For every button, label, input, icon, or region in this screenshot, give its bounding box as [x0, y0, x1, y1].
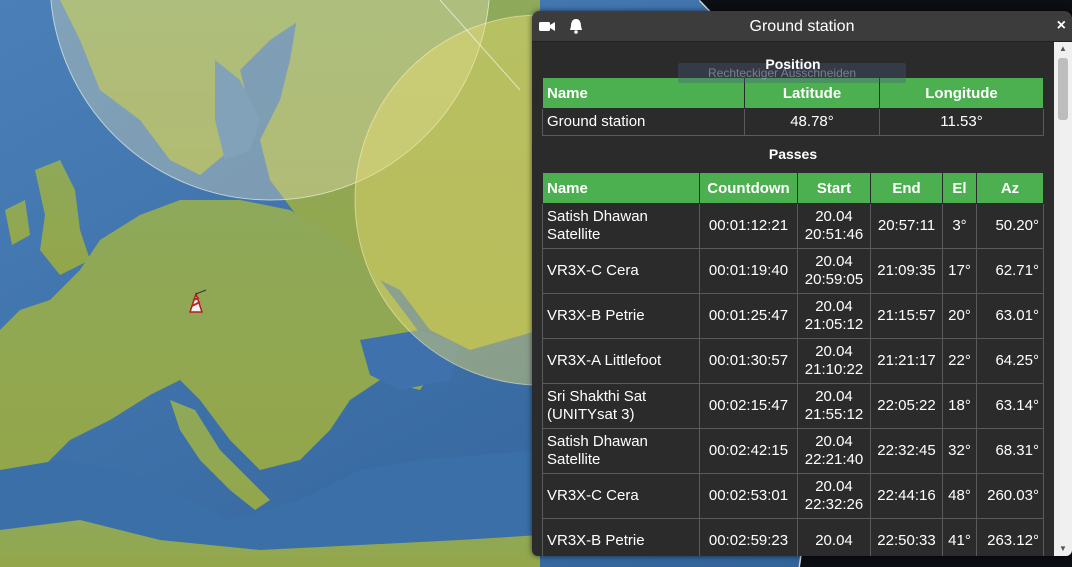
- pass-countdown: 00:01:12:21: [699, 203, 798, 249]
- column-header-start[interactable]: Start: [797, 172, 871, 204]
- pass-name: Sri Shakthi Sat (UNITYsat 3): [542, 383, 700, 429]
- pass-end: 21:09:35: [870, 248, 943, 294]
- position-row: Ground station 48.78° 11.53°: [542, 108, 1044, 136]
- pass-row[interactable]: VR3X-B Petrie 00:01:25:47 20.04 21:05:12 21…: [542, 293, 1044, 339]
- pass-end: 20:57:11: [870, 203, 943, 249]
- pass-elevation: 32°: [942, 428, 977, 474]
- pass-row[interactable]: Sri Shakthi Sat (UNITYsat 3) 00:02:15:47 2…: [542, 383, 1044, 429]
- pass-start: 20.04 20:51:46: [797, 203, 871, 249]
- pass-end: 22:50:33: [870, 518, 943, 556]
- column-header-az[interactable]: Az: [976, 172, 1044, 204]
- pass-row[interactable]: Satish Dhawan Satellite 00:01:12:21 20.04 …: [542, 203, 1044, 249]
- pass-name: VR3X-B Petrie: [542, 518, 700, 556]
- pass-elevation: 3°: [942, 203, 977, 249]
- scroll-up-arrow-icon[interactable]: ▲: [1054, 42, 1072, 56]
- pass-name: VR3X-C Cera: [542, 248, 700, 294]
- pass-elevation: 22°: [942, 338, 977, 384]
- close-button[interactable]: ×: [1057, 17, 1066, 35]
- column-header-countdown[interactable]: Countdown: [699, 172, 798, 204]
- pass-elevation: 41°: [942, 518, 977, 556]
- pass-start: 20.04 21:55:12: [797, 383, 871, 429]
- pass-name: VR3X-C Cera: [542, 473, 700, 519]
- pass-row[interactable]: VR3X-C Cera 00:02:53:01 20.04 22:32:26 22:4…: [542, 473, 1044, 519]
- pass-azimuth: 68.31°: [976, 428, 1044, 474]
- position-table: Name Latitude Longitude Ground station 4…: [542, 77, 1044, 136]
- station-latitude: 48.78°: [744, 108, 880, 136]
- scrollbar-thumb[interactable]: [1058, 58, 1068, 120]
- pass-start: 20.04 21:05:12: [797, 293, 871, 339]
- pass-start: 20.04: [797, 518, 871, 556]
- passes-heading: Passes: [768, 146, 818, 162]
- vertical-scrollbar[interactable]: ▲ ▼: [1054, 42, 1072, 556]
- pass-name: Satish Dhawan Satellite: [542, 203, 700, 249]
- pass-row[interactable]: VR3X-A Littlefoot 00:01:30:57 20.04 21:10:…: [542, 338, 1044, 384]
- pass-elevation: 48°: [942, 473, 977, 519]
- station-longitude: 11.53°: [879, 108, 1044, 136]
- pass-countdown: 00:02:42:15: [699, 428, 798, 474]
- scroll-down-arrow-icon[interactable]: ▼: [1054, 542, 1072, 556]
- window-content[interactable]: Rechteckiger Ausschneiden Position Name …: [532, 42, 1054, 556]
- pass-row[interactable]: VR3X-C Cera 00:01:19:40 20.04 20:59:05 21:0…: [542, 248, 1044, 294]
- pass-countdown: 00:02:59:23: [699, 518, 798, 556]
- window-titlebar[interactable]: Ground station ×: [532, 11, 1072, 42]
- window-title: Ground station: [749, 18, 855, 35]
- pass-countdown: 00:02:53:01: [699, 473, 798, 519]
- pass-azimuth: 63.01°: [976, 293, 1044, 339]
- passes-table: Name Countdown Start End El Az Satish Dh…: [542, 172, 1044, 556]
- pass-azimuth: 64.25°: [976, 338, 1044, 384]
- pass-start: 20.04 20:59:05: [797, 248, 871, 294]
- pass-end: 22:05:22: [870, 383, 943, 429]
- pass-end: 21:21:17: [870, 338, 943, 384]
- column-header-end[interactable]: End: [870, 172, 943, 204]
- pass-end: 21:15:57: [870, 293, 943, 339]
- pass-start: 20.04 21:10:22: [797, 338, 871, 384]
- column-header-el[interactable]: El: [942, 172, 977, 204]
- pass-azimuth: 63.14°: [976, 383, 1044, 429]
- pass-start: 20.04 22:32:26: [797, 473, 871, 519]
- position-heading: Position: [765, 56, 821, 72]
- station-name: Ground station: [542, 108, 745, 136]
- pass-start: 20.04 22:21:40: [797, 428, 871, 474]
- pass-row[interactable]: VR3X-B Petrie 00:02:59:23 20.04 22:50:33 41°…: [542, 518, 1044, 556]
- pass-row[interactable]: Satish Dhawan Satellite 00:02:42:15 20.04 …: [542, 428, 1044, 474]
- passes-header-row: Name Countdown Start End El Az: [542, 172, 1044, 204]
- pass-countdown: 00:02:15:47: [699, 383, 798, 429]
- pass-end: 22:32:45: [870, 428, 943, 474]
- pass-elevation: 17°: [942, 248, 977, 294]
- pass-countdown: 00:01:30:57: [699, 338, 798, 384]
- pass-azimuth: 62.71°: [976, 248, 1044, 294]
- pass-end: 22:44:16: [870, 473, 943, 519]
- pass-elevation: 18°: [942, 383, 977, 429]
- pass-azimuth: 260.03°: [976, 473, 1044, 519]
- pass-azimuth: 50.20°: [976, 203, 1044, 249]
- pass-name: Satish Dhawan Satellite: [542, 428, 700, 474]
- column-header-name[interactable]: Name: [542, 172, 700, 204]
- pass-azimuth: 263.12°: [976, 518, 1044, 556]
- pass-name: VR3X-A Littlefoot: [542, 338, 700, 384]
- pass-countdown: 00:01:25:47: [699, 293, 798, 339]
- ground-station-window[interactable]: Ground station × Rechteckiger Ausschneid…: [532, 11, 1072, 556]
- pass-name: VR3X-B Petrie: [542, 293, 700, 339]
- pass-elevation: 20°: [942, 293, 977, 339]
- pass-countdown: 00:01:19:40: [699, 248, 798, 294]
